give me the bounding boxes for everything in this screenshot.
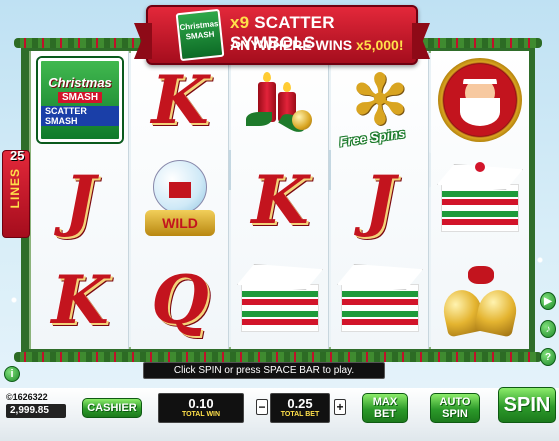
scatter-banner: Christmas SMASH x9 SCATTER SYMBOLS ANYWHE… (146, 5, 418, 65)
symbol-santa (431, 51, 529, 149)
cake-icon (237, 264, 323, 336)
total-win-label: TOTAL WIN (181, 411, 221, 418)
status-message: Click SPIN or press SPACE BAR to play. (143, 362, 385, 379)
increase-bet-button[interactable]: + (334, 399, 346, 415)
account-id: ©1626322 (6, 392, 48, 402)
paylines-count: 25 (10, 148, 25, 163)
reel-3: K (231, 51, 329, 349)
spin-button[interactable]: SPIN (498, 387, 556, 423)
symbol-q: Q (131, 251, 229, 349)
garland-bottom (14, 352, 542, 362)
symbol-free-spins: ✻ Free Spins (331, 51, 429, 150)
letter-k: K (51, 261, 109, 339)
letter-j: J (64, 161, 96, 239)
bells-icon (438, 260, 522, 340)
balance-display: 2,999.85 (6, 404, 66, 418)
total-bet-label: TOTAL BET (280, 411, 320, 418)
total-bet-value: 0.25 (287, 396, 313, 411)
reel-5 (431, 51, 529, 349)
logo-line1: Christmas (48, 74, 112, 90)
house-icon (169, 182, 191, 198)
banner-line2: ANYWHERE WINS x5,000! (230, 37, 404, 53)
arrow-right-icon[interactable]: ▶ (540, 292, 556, 310)
wild-label: WILD (145, 210, 215, 236)
symbol-k: K (231, 151, 329, 249)
cake-icon (437, 162, 523, 236)
symbol-j: J (331, 151, 429, 249)
total-win-display: 0.10 TOTAL WIN (158, 393, 244, 423)
sound-icon[interactable]: ♪ (540, 320, 556, 338)
cake-icon (337, 264, 423, 336)
symbol-cake (231, 251, 329, 349)
logo-line3: SCATTER SMASH (41, 105, 119, 126)
paylines-label: LINES (8, 168, 22, 209)
letter-j: J (364, 161, 396, 239)
symbol-j: J (31, 151, 129, 249)
auto-spin-button[interactable]: AUTO SPIN (430, 393, 480, 423)
decrease-bet-button[interactable]: − (256, 399, 268, 415)
symbol-logo: Christmas SMASH SCATTER SMASH (31, 51, 129, 149)
symbol-k: K (31, 251, 129, 349)
reel-4: ✻ Free Spins J (331, 51, 429, 349)
info-icon[interactable]: i (4, 366, 20, 382)
reel-1: Christmas SMASH SCATTER SMASH J K (31, 51, 129, 349)
symbol-k: K (131, 51, 229, 149)
symbol-bells (431, 251, 529, 349)
symbol-wild-snowglobe: WILD (131, 151, 229, 249)
symbol-cake (331, 251, 429, 349)
max-bet-button[interactable]: MAX BET (362, 393, 408, 423)
snowflake-icon: ✻ (350, 61, 410, 139)
help-icon[interactable]: ? (540, 348, 556, 366)
santa-icon (438, 58, 522, 142)
logo-line2: SMASH (57, 91, 103, 103)
reel-2: K WILD Q (131, 51, 229, 349)
symbol-cake (431, 151, 529, 249)
cashier-button[interactable]: CASHIER (82, 398, 142, 418)
banner-logo: Christmas SMASH (175, 8, 225, 62)
candles-icon (240, 60, 320, 140)
letter-k: K (151, 61, 209, 139)
total-win-value: 0.10 (188, 396, 214, 411)
letter-k: K (251, 161, 309, 239)
letter-q: Q (151, 261, 209, 339)
total-bet-display: 0.25 TOTAL BET (270, 393, 330, 423)
symbol-candles (231, 51, 329, 149)
